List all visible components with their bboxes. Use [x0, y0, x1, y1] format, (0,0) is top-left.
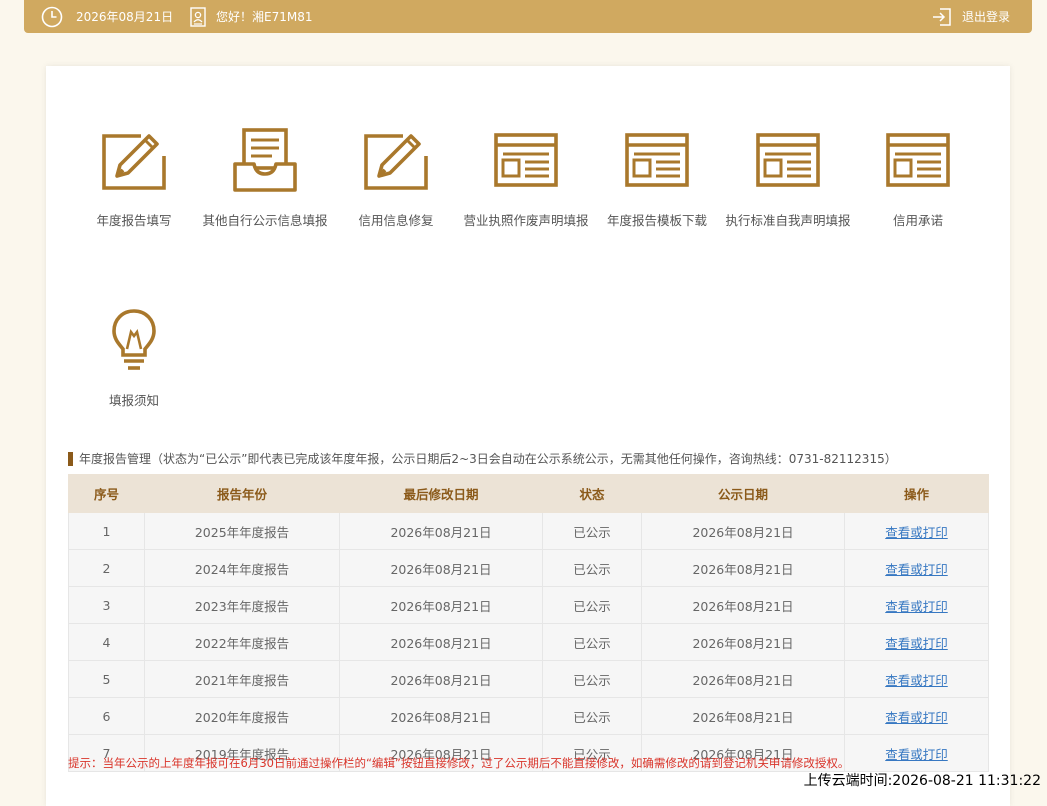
action-cell: 查看或打印: [844, 549, 989, 587]
tile-credit-commitment[interactable]: 信用承诺: [848, 128, 988, 229]
tile-label: 年度报告模板下载: [606, 213, 707, 228]
view-print-link[interactable]: 查看或打印: [885, 636, 948, 651]
table-row: 6 2020年年度报告 2026年08月21日 已公示 2026年08月21日 查看或打印: [68, 697, 989, 735]
tile-label: 年度报告填写: [96, 213, 172, 228]
current-date: 2026年08月21日: [76, 10, 174, 24]
action-cell: 查看或打印: [844, 512, 989, 550]
tile-label: 信用信息修复: [358, 213, 434, 228]
table-cell: 2026年08月21日: [641, 697, 845, 735]
table-cell: 2026年08月21日: [339, 549, 543, 587]
table-cell: 2020年年度报告: [144, 697, 340, 735]
action-cell: 查看或打印: [844, 623, 989, 661]
table-cell: 2025年年度报告: [144, 512, 340, 550]
table-cell: 1: [68, 512, 145, 550]
table-cell: 已公示: [542, 549, 642, 587]
table-cell: 3: [68, 586, 145, 624]
table-cell: 已公示: [542, 660, 642, 698]
table-cell: 2026年08月21日: [339, 512, 543, 550]
lightbulb-icon: [64, 308, 204, 372]
table-cell: 2026年08月21日: [339, 623, 543, 661]
top-bar: 2026年08月21日 您好！湘E71M81 退出登录: [24, 0, 1032, 33]
action-cell: 查看或打印: [844, 586, 989, 624]
tile-annual-report-template-download[interactable]: 年度报告模板下载: [587, 128, 727, 229]
view-print-link[interactable]: 查看或打印: [885, 525, 948, 540]
table-row: 1 2025年年度报告 2026年08月21日 已公示 2026年08月21日 查看或打印: [68, 512, 989, 550]
clock-icon: [41, 0, 63, 33]
table-cell: 5: [68, 660, 145, 698]
table-header-row: 序号 报告年份 最后修改日期 状态 公示日期 操作: [68, 474, 989, 513]
web-form-icon: [718, 128, 858, 192]
tile-label: 填报须知: [108, 393, 159, 408]
edit-tip: 提示：当年公示的上年度年报可在6月30日前通过操作栏的“编辑”按钮直接修改，过了…: [68, 756, 850, 770]
table-row: 5 2021年年度报告 2026年08月21日 已公示 2026年08月21日 查看或打印: [68, 660, 989, 698]
table-cell: 已公示: [542, 697, 642, 735]
table-cell: 已公示: [542, 623, 642, 661]
tile-credit-info-repair[interactable]: 信用信息修复: [326, 128, 466, 229]
web-form-icon: [848, 128, 988, 192]
table-cell: 2026年08月21日: [339, 697, 543, 735]
view-print-link[interactable]: 查看或打印: [885, 599, 948, 614]
tile-annual-report-fill[interactable]: 年度报告填写: [64, 128, 204, 229]
action-cell: 查看或打印: [844, 660, 989, 698]
web-form-icon: [587, 128, 727, 192]
section-title-text: 年度报告管理（状态为“已公示”即代表已完成该年度年报，公示日期后2~3日会自动在…: [79, 452, 897, 466]
upload-time: 上传云端时间:2026-08-21 11:31:22: [803, 773, 1041, 789]
table-cell: 2026年08月21日: [641, 623, 845, 661]
column-header: 公示日期: [641, 474, 845, 513]
inbox-document-icon: [195, 128, 335, 192]
column-header: 操作: [844, 474, 989, 513]
table-cell: 已公示: [542, 512, 642, 550]
logout-icon[interactable]: [932, 0, 952, 33]
action-cell: 查看或打印: [844, 734, 989, 772]
table-cell: 2026年08月21日: [641, 660, 845, 698]
table-cell: 2023年年度报告: [144, 586, 340, 624]
table-cell: 2026年08月21日: [641, 549, 845, 587]
table-cell: 2026年08月21日: [641, 512, 845, 550]
table-row: 2 2024年年度报告 2026年08月21日 已公示 2026年08月21日 查看或打印: [68, 549, 989, 587]
tile-fill-instructions[interactable]: 填报须知: [64, 308, 204, 409]
tile-label: 信用承诺: [892, 213, 943, 228]
column-header: 报告年份: [144, 474, 340, 513]
table-cell: 2022年年度报告: [144, 623, 340, 661]
view-print-link[interactable]: 查看或打印: [885, 710, 948, 725]
annual-report-table: 序号 报告年份 最后修改日期 状态 公示日期 操作 1 2025年年度报告 2026年08月2…: [68, 474, 989, 772]
table-cell: 2: [68, 549, 145, 587]
tile-other-public-info-fill[interactable]: 其他自行公示信息填报: [195, 128, 335, 229]
section-title-bar: [68, 451, 73, 466]
web-form-icon: [456, 128, 596, 192]
view-print-link[interactable]: 查看或打印: [885, 673, 948, 688]
table-cell: 6: [68, 697, 145, 735]
table-cell: 2026年08月21日: [339, 660, 543, 698]
edit-pencil-icon: [326, 128, 466, 192]
tile-label: 执行标准自我声明填报: [725, 213, 851, 228]
logout-button[interactable]: 退出登录: [962, 0, 1010, 33]
tile-label: 营业执照作废声明填报: [463, 213, 589, 228]
table-cell: 2026年08月21日: [339, 586, 543, 624]
table-cell: 2021年年度报告: [144, 660, 340, 698]
user-card-icon: [189, 0, 207, 33]
table-row: 4 2022年年度报告 2026年08月21日 已公示 2026年08月21日 查看或打印: [68, 623, 989, 661]
table-cell: 已公示: [542, 586, 642, 624]
view-print-link[interactable]: 查看或打印: [885, 562, 948, 577]
user-greeting: 您好！湘E71M81: [216, 10, 313, 24]
tile-label: 其他自行公示信息填报: [202, 213, 328, 228]
table-cell: 2024年年度报告: [144, 549, 340, 587]
column-header: 最后修改日期: [339, 474, 543, 513]
tile-standard-self-declaration[interactable]: 执行标准自我声明填报: [718, 128, 858, 229]
table-cell: 4: [68, 623, 145, 661]
column-header: 序号: [68, 474, 145, 513]
column-header: 状态: [542, 474, 642, 513]
table-row: 3 2023年年度报告 2026年08月21日 已公示 2026年08月21日 查看或打印: [68, 586, 989, 624]
table-cell: 2026年08月21日: [641, 586, 845, 624]
view-print-link[interactable]: 查看或打印: [885, 747, 948, 762]
tile-license-void-statement[interactable]: 营业执照作废声明填报: [456, 128, 596, 229]
section-title: 年度报告管理（状态为“已公示”即代表已完成该年度年报，公示日期后2~3日会自动在…: [68, 450, 897, 467]
action-cell: 查看或打印: [844, 697, 989, 735]
edit-pencil-icon: [64, 128, 204, 192]
